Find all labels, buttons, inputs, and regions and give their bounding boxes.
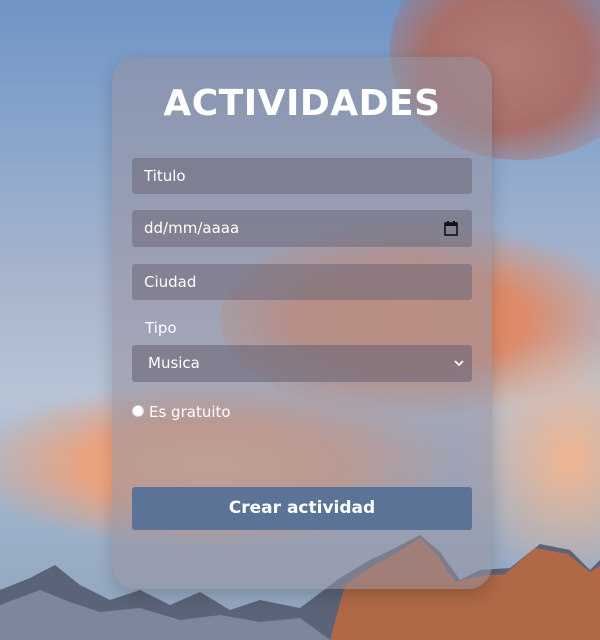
activity-form-card: ACTIVIDADES Titulo dd/mm/aaaa Ciudad Tip… — [112, 57, 492, 589]
ciudad-input[interactable]: Ciudad — [132, 264, 472, 300]
tipo-select[interactable]: Musica — [132, 345, 472, 382]
tipo-label: Tipo — [145, 319, 177, 337]
tipo-selected-value: Musica — [148, 354, 200, 372]
crear-actividad-button[interactable]: Crear actividad — [132, 487, 472, 530]
fecha-placeholder: dd/mm/aaaa — [144, 219, 240, 237]
titulo-input[interactable]: Titulo — [132, 158, 472, 194]
titulo-placeholder: Titulo — [144, 167, 186, 185]
fecha-input[interactable]: dd/mm/aaaa — [132, 210, 472, 247]
gratuito-label: Es gratuito — [149, 403, 231, 421]
ciudad-placeholder: Ciudad — [144, 273, 197, 291]
gratuito-radio[interactable] — [132, 405, 144, 417]
form-title: ACTIVIDADES — [163, 83, 441, 124]
calendar-icon[interactable] — [444, 220, 458, 236]
chevron-down-icon — [454, 360, 464, 367]
